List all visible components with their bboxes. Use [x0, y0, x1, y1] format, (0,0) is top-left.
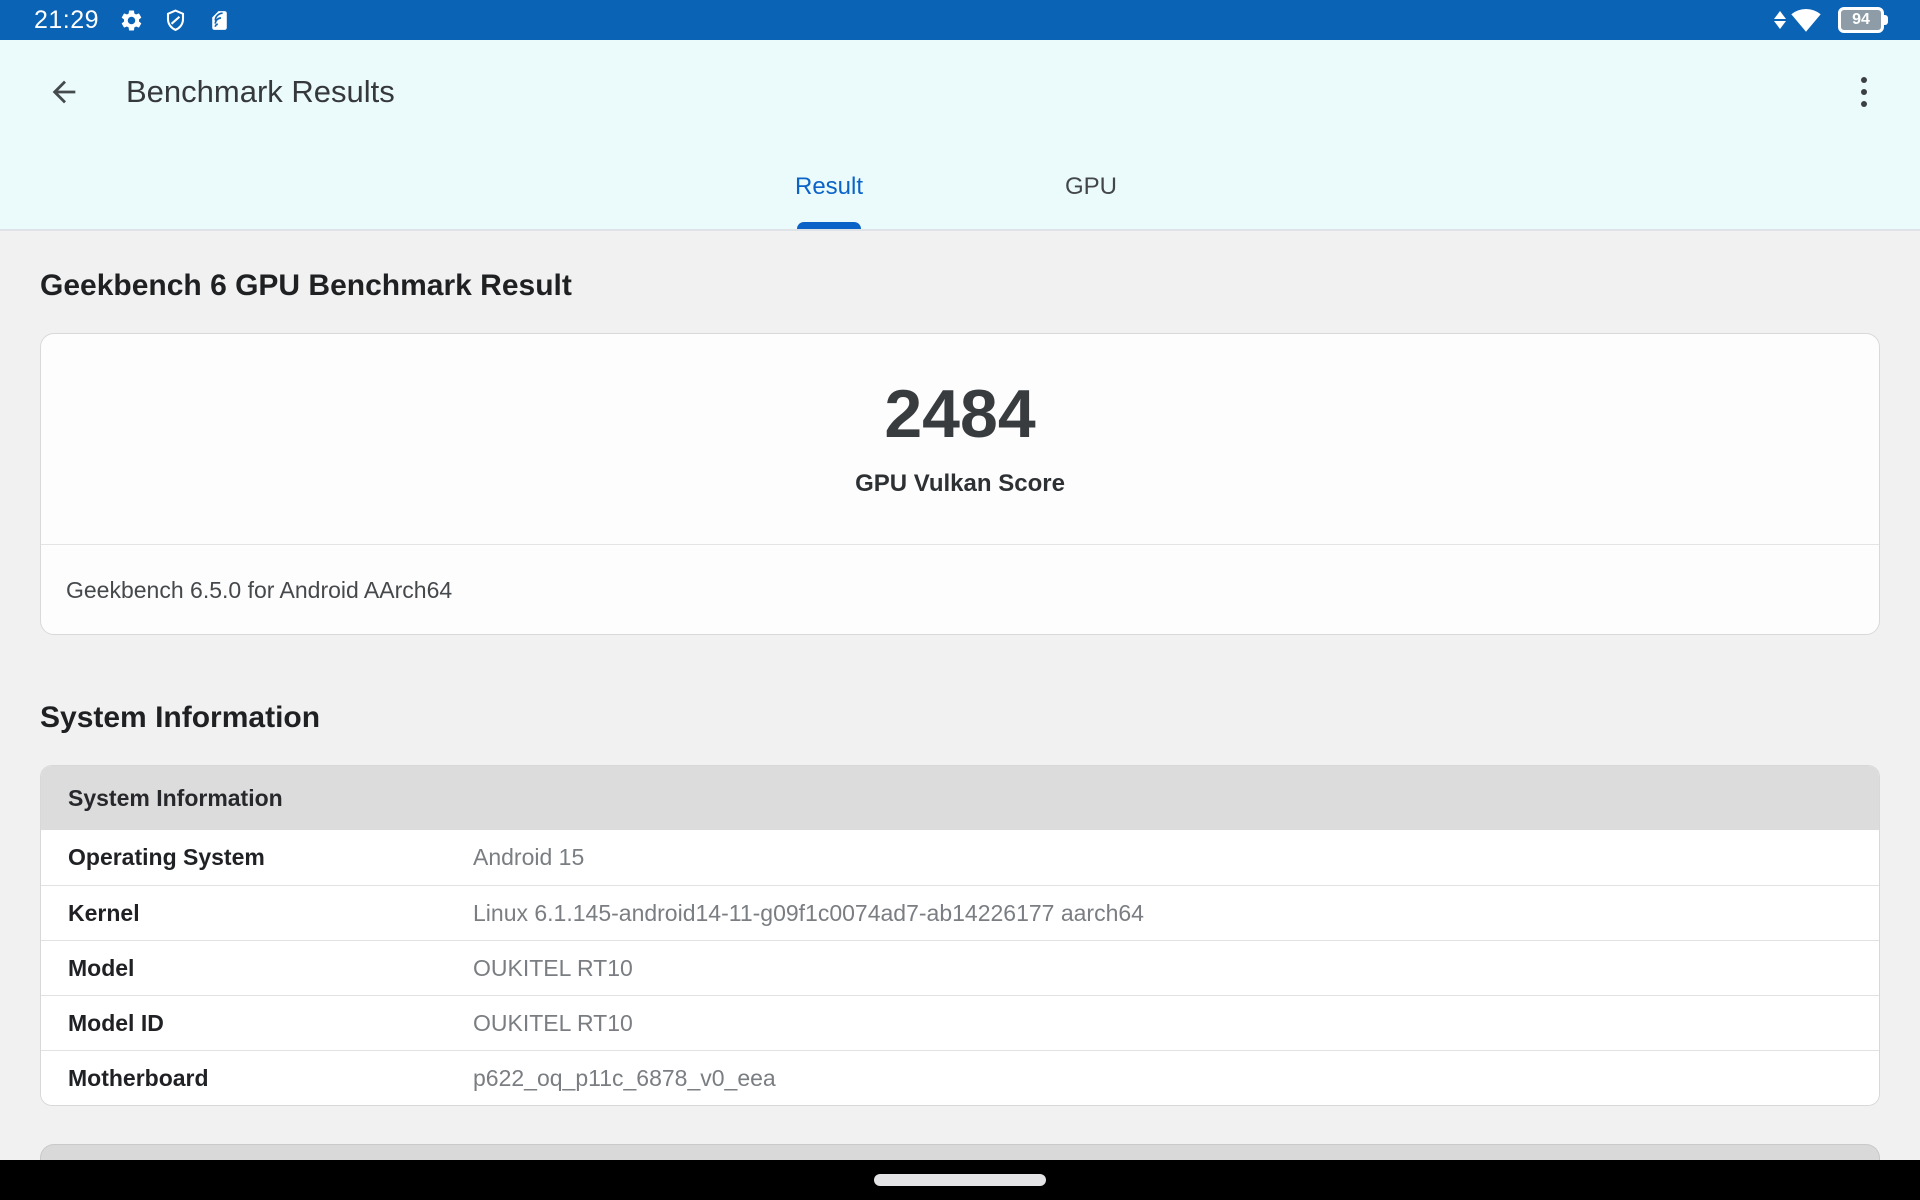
privacy-shield-icon [163, 8, 188, 33]
table-row-model-id: Model ID OUKITEL RT10 [41, 995, 1879, 1050]
back-button[interactable] [44, 72, 84, 112]
active-tab-indicator [797, 222, 861, 229]
tab-bar: Result GPU [0, 144, 1920, 229]
network-activity-icon [1774, 11, 1786, 29]
screen: 21:29 94 Benchmark Results Result GPU Ge… [0, 0, 1920, 1200]
row-label: Operating System [68, 844, 265, 870]
system-info-table: System Information Operating System Andr… [40, 765, 1880, 1106]
app-bar: Benchmark Results [0, 40, 1920, 144]
battery-percent: 94 [1852, 11, 1870, 28]
kebab-menu-icon [1861, 77, 1867, 83]
row-label: Model ID [68, 1009, 164, 1036]
table-row-operating-system: Operating System Android 15 [41, 830, 1879, 885]
battery-indicator: 94 [1838, 7, 1888, 33]
settings-gear-icon [119, 8, 144, 33]
gesture-pill[interactable] [874, 1174, 1046, 1186]
row-value: Android 15 [473, 844, 585, 870]
overflow-menu-button[interactable] [1844, 72, 1884, 112]
status-bar: 21:29 94 [0, 0, 1920, 40]
score-card: 2484 GPU Vulkan Score Geekbench 6.5.0 fo… [40, 333, 1880, 635]
row-label: Model [68, 954, 135, 981]
table-row-motherboard: Motherboard p622_oq_p11c_6878_v0_eea [41, 1050, 1879, 1105]
system-info-heading: System Information [40, 701, 321, 734]
app-header: Benchmark Results Result GPU [0, 40, 1920, 231]
wifi-icon [1791, 8, 1821, 32]
page-title: Benchmark Results [126, 74, 395, 109]
tab-gpu[interactable]: GPU [960, 144, 1222, 229]
tab-gpu-label: GPU [1064, 172, 1117, 200]
table-row-model: Model OUKITEL RT10 [41, 940, 1879, 995]
app-version: Geekbench 6.5.0 for Android AArch64 [66, 577, 453, 603]
tab-result[interactable]: Result [698, 144, 960, 229]
row-value: Linux 6.1.145-android14-11-g09f1c0074ad7… [473, 899, 1144, 926]
status-bar-right: 94 [1774, 7, 1888, 33]
score-block: 2484 GPU Vulkan Score [41, 334, 1879, 544]
status-bar-left: 21:29 [34, 6, 251, 35]
clock: 21:29 [34, 5, 100, 34]
row-value: p622_oq_p11c_6878_v0_eea [473, 1064, 776, 1091]
score-label: GPU Vulkan Score [855, 470, 1065, 497]
row-label: Kernel [68, 899, 140, 926]
table-row-kernel: Kernel Linux 6.1.145-android14-11-g09f1c… [41, 885, 1879, 940]
tab-result-label: Result [794, 172, 864, 200]
table-header: System Information [41, 766, 1879, 830]
row-value: OUKITEL RT10 [473, 1009, 633, 1036]
score-value: 2484 [884, 376, 1036, 452]
sim-card-icon [207, 8, 232, 33]
arrow-left-icon [52, 80, 76, 104]
content: Geekbench 6 GPU Benchmark Result 2484 GP… [0, 231, 1920, 1174]
result-heading: Geekbench 6 GPU Benchmark Result [40, 269, 572, 302]
navigation-bar [0, 1160, 1920, 1200]
row-value: OUKITEL RT10 [473, 954, 633, 981]
row-label: Motherboard [68, 1064, 209, 1091]
